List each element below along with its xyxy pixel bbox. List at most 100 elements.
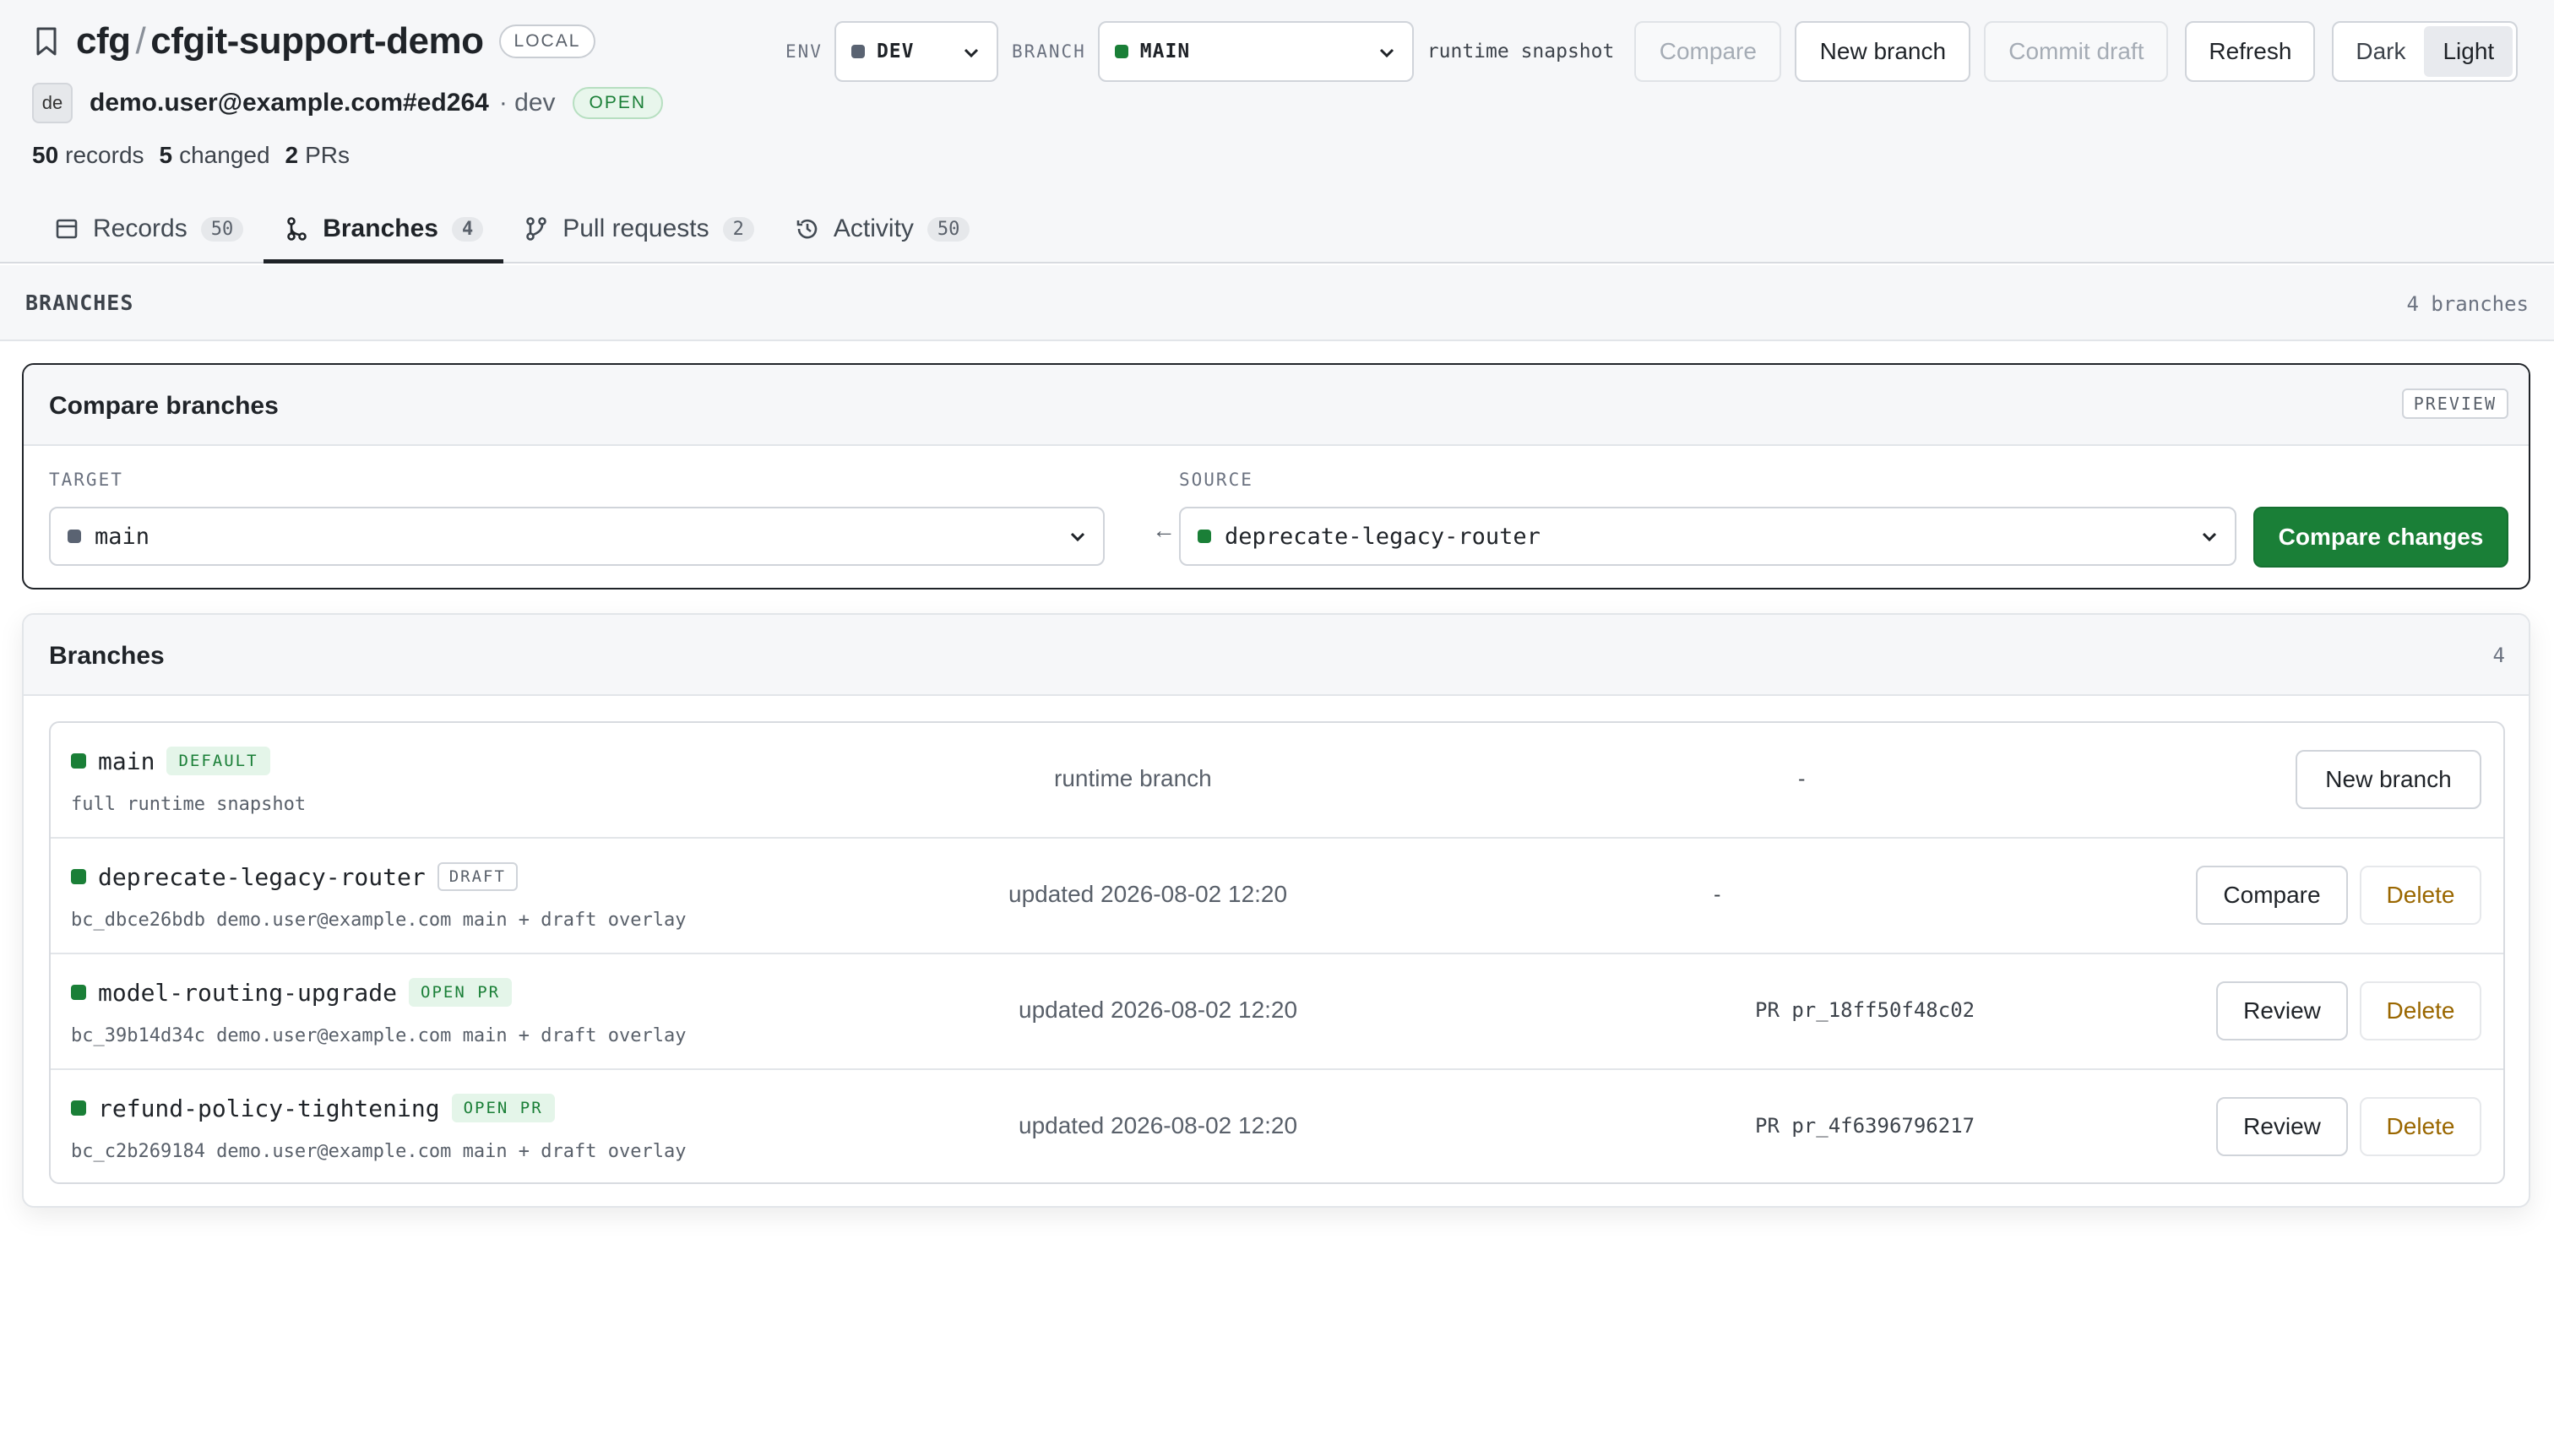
bookmark-icon[interactable] bbox=[32, 21, 61, 62]
main-tabs: Records 50 Branches 4 Pull requests 2 Ac… bbox=[32, 196, 990, 263]
tab-branches[interactable]: Branches 4 bbox=[264, 196, 504, 263]
branch-pr[interactable]: PR pr_18ff50f48c02 bbox=[1755, 998, 1975, 1022]
branch-badge: DRAFT bbox=[437, 862, 518, 891]
branch-dot-icon bbox=[1114, 45, 1128, 58]
table-icon bbox=[56, 219, 78, 239]
compare-title: Compare branches bbox=[49, 392, 279, 420]
tab-count: 50 bbox=[200, 216, 244, 242]
delete-branch-button[interactable]: Delete bbox=[2360, 866, 2481, 925]
compare-branch-button[interactable]: Compare bbox=[2196, 866, 2348, 925]
delete-branch-button[interactable]: Delete bbox=[2360, 1097, 2481, 1156]
branch-actions: Compare Delete bbox=[2196, 866, 2481, 925]
tab-records[interactable]: Records 50 bbox=[32, 196, 264, 262]
avatar[interactable]: de bbox=[32, 83, 73, 123]
section-title: BRANCHES bbox=[25, 291, 134, 315]
branch-row-model-routing-upgrade[interactable]: model-routing-upgrade OPEN PR bc_39b14d3… bbox=[51, 954, 2503, 1070]
target-select[interactable]: main bbox=[49, 507, 1105, 566]
env-select[interactable]: DEV bbox=[834, 21, 998, 82]
target-value: main bbox=[95, 523, 150, 550]
env-value: DEV bbox=[876, 41, 915, 62]
new-branch-button[interactable]: New branch bbox=[1795, 21, 1971, 82]
stat-records: 50 records bbox=[32, 142, 144, 168]
stats-row: 50 records 5 changed 2 PRs bbox=[32, 142, 350, 169]
title-separator: / bbox=[135, 20, 146, 62]
branch-actions: Review Delete bbox=[2216, 1097, 2481, 1156]
branch-updated: updated 2026-08-02 12:20 bbox=[1008, 881, 1288, 907]
branch-name[interactable]: model-routing-upgrade bbox=[98, 979, 397, 1007]
history-icon bbox=[796, 219, 818, 239]
branch-row-deprecate-legacy-router[interactable]: deprecate-legacy-router DRAFT bc_dbce26b… bbox=[51, 839, 2503, 954]
branch-pr: - bbox=[1711, 883, 1724, 906]
source-label: SOURCE bbox=[1179, 470, 1253, 490]
stat-changed: 5 changed bbox=[159, 142, 270, 168]
review-button[interactable]: Review bbox=[2216, 1097, 2348, 1156]
branch-name[interactable]: deprecate-legacy-router bbox=[98, 863, 426, 891]
compare-changes-button[interactable]: Compare changes bbox=[2253, 507, 2508, 568]
branches-panel-header: Branches 4 bbox=[24, 615, 2529, 696]
branch-dot-icon bbox=[71, 753, 86, 769]
top-header: cfg / cfgit-support-demo LOCAL de demo.use… bbox=[0, 0, 2554, 263]
env-dot-icon bbox=[850, 45, 865, 58]
branch-dot-icon bbox=[71, 869, 86, 884]
branch-name[interactable]: refund-policy-tightening bbox=[98, 1095, 440, 1122]
refresh-button[interactable]: Refresh bbox=[2185, 21, 2316, 82]
user-row: de demo.user@example.com#ed264 · dev OPE… bbox=[32, 83, 664, 123]
branch-row-refund-policy-tightening[interactable]: refund-policy-tightening OPEN PR bc_c2b2… bbox=[51, 1070, 2503, 1182]
repo-name[interactable]: cfgit-support-demo bbox=[150, 20, 484, 62]
branch-name-group: deprecate-legacy-router DRAFT bbox=[71, 862, 518, 891]
branches-count: 4 bbox=[2492, 644, 2505, 667]
branch-updated: runtime branch bbox=[1054, 765, 1212, 791]
tab-activity[interactable]: Activity 50 bbox=[774, 196, 991, 262]
tab-count: 2 bbox=[722, 216, 754, 242]
tab-label: Pull requests bbox=[562, 215, 709, 242]
source-select[interactable]: deprecate-legacy-router bbox=[1179, 507, 2236, 566]
branch-pr: - bbox=[1796, 767, 1808, 790]
tab-pull-requests[interactable]: Pull requests 2 bbox=[503, 196, 774, 262]
branch-badge: OPEN PR bbox=[451, 1094, 555, 1122]
status-badge: OPEN bbox=[572, 87, 664, 119]
compare-card: Compare branches PREVIEW TARGET main ← S… bbox=[22, 363, 2530, 589]
branch-name-group: refund-policy-tightening OPEN PR bbox=[71, 1094, 555, 1122]
branch-name-group: main DEFAULT bbox=[71, 747, 270, 775]
compare-button[interactable]: Compare bbox=[1634, 21, 1782, 82]
theme-toggle: Dark Light bbox=[2332, 21, 2519, 82]
review-button[interactable]: Review bbox=[2216, 981, 2348, 1040]
branches-panel: Branches 4 main DEFAULT full runtime sna… bbox=[22, 613, 2530, 1208]
source-dot-icon bbox=[1198, 530, 1211, 543]
branch-row-main[interactable]: main DEFAULT full runtime snapshot runti… bbox=[51, 723, 2503, 839]
section-header: BRANCHES 4 branches bbox=[0, 265, 2554, 341]
branch-meta: full runtime snapshot bbox=[71, 794, 307, 815]
theme-light-button[interactable]: Light bbox=[2424, 26, 2513, 77]
branch-dot-icon bbox=[71, 1100, 86, 1116]
branch-name-group: model-routing-upgrade OPEN PR bbox=[71, 978, 513, 1007]
mode-badge: LOCAL bbox=[498, 24, 596, 58]
branch-meta: bc_dbce26bdb demo.user@example.com main … bbox=[71, 910, 687, 931]
chevron-down-icon bbox=[1070, 532, 1085, 542]
org-name[interactable]: cfg bbox=[76, 20, 131, 62]
chevron-down-icon bbox=[1379, 48, 1394, 58]
commit-draft-button[interactable]: Commit draft bbox=[1984, 21, 2169, 82]
branch-actions: Review Delete bbox=[2216, 981, 2481, 1040]
branch-value: MAIN bbox=[1139, 41, 1191, 62]
branch-icon bbox=[287, 217, 307, 241]
user-env: · dev bbox=[498, 89, 556, 117]
branch-pr[interactable]: PR pr_4f6396796217 bbox=[1755, 1114, 1975, 1138]
theme-dark-button[interactable]: Dark bbox=[2337, 26, 2424, 77]
delete-branch-button[interactable]: Delete bbox=[2360, 981, 2481, 1040]
env-label: ENV bbox=[785, 41, 823, 62]
branch-select[interactable]: MAIN bbox=[1097, 21, 1414, 82]
new-branch-button[interactable]: New branch bbox=[2296, 750, 2481, 809]
tab-label: Activity bbox=[833, 215, 914, 242]
branch-actions: New branch bbox=[2296, 750, 2481, 809]
tab-label: Branches bbox=[323, 215, 438, 242]
header-controls: ENV DEV BRANCH MAIN runtime snapshot Com… bbox=[785, 20, 2554, 83]
branch-list: main DEFAULT full runtime snapshot runti… bbox=[49, 721, 2505, 1184]
target-dot-icon bbox=[68, 530, 81, 543]
branch-badge: OPEN PR bbox=[409, 978, 513, 1007]
repo-title-row: cfg / cfgit-support-demo LOCAL bbox=[32, 20, 596, 62]
user-email: demo.user@example.com#ed264 bbox=[90, 89, 489, 117]
branch-meta: bc_39b14d34c demo.user@example.com main … bbox=[71, 1025, 687, 1046]
branch-updated: updated 2026-08-02 12:20 bbox=[1019, 997, 1298, 1023]
branch-meta: bc_c2b269184 demo.user@example.com main … bbox=[71, 1141, 687, 1162]
branch-name[interactable]: main bbox=[98, 747, 155, 775]
